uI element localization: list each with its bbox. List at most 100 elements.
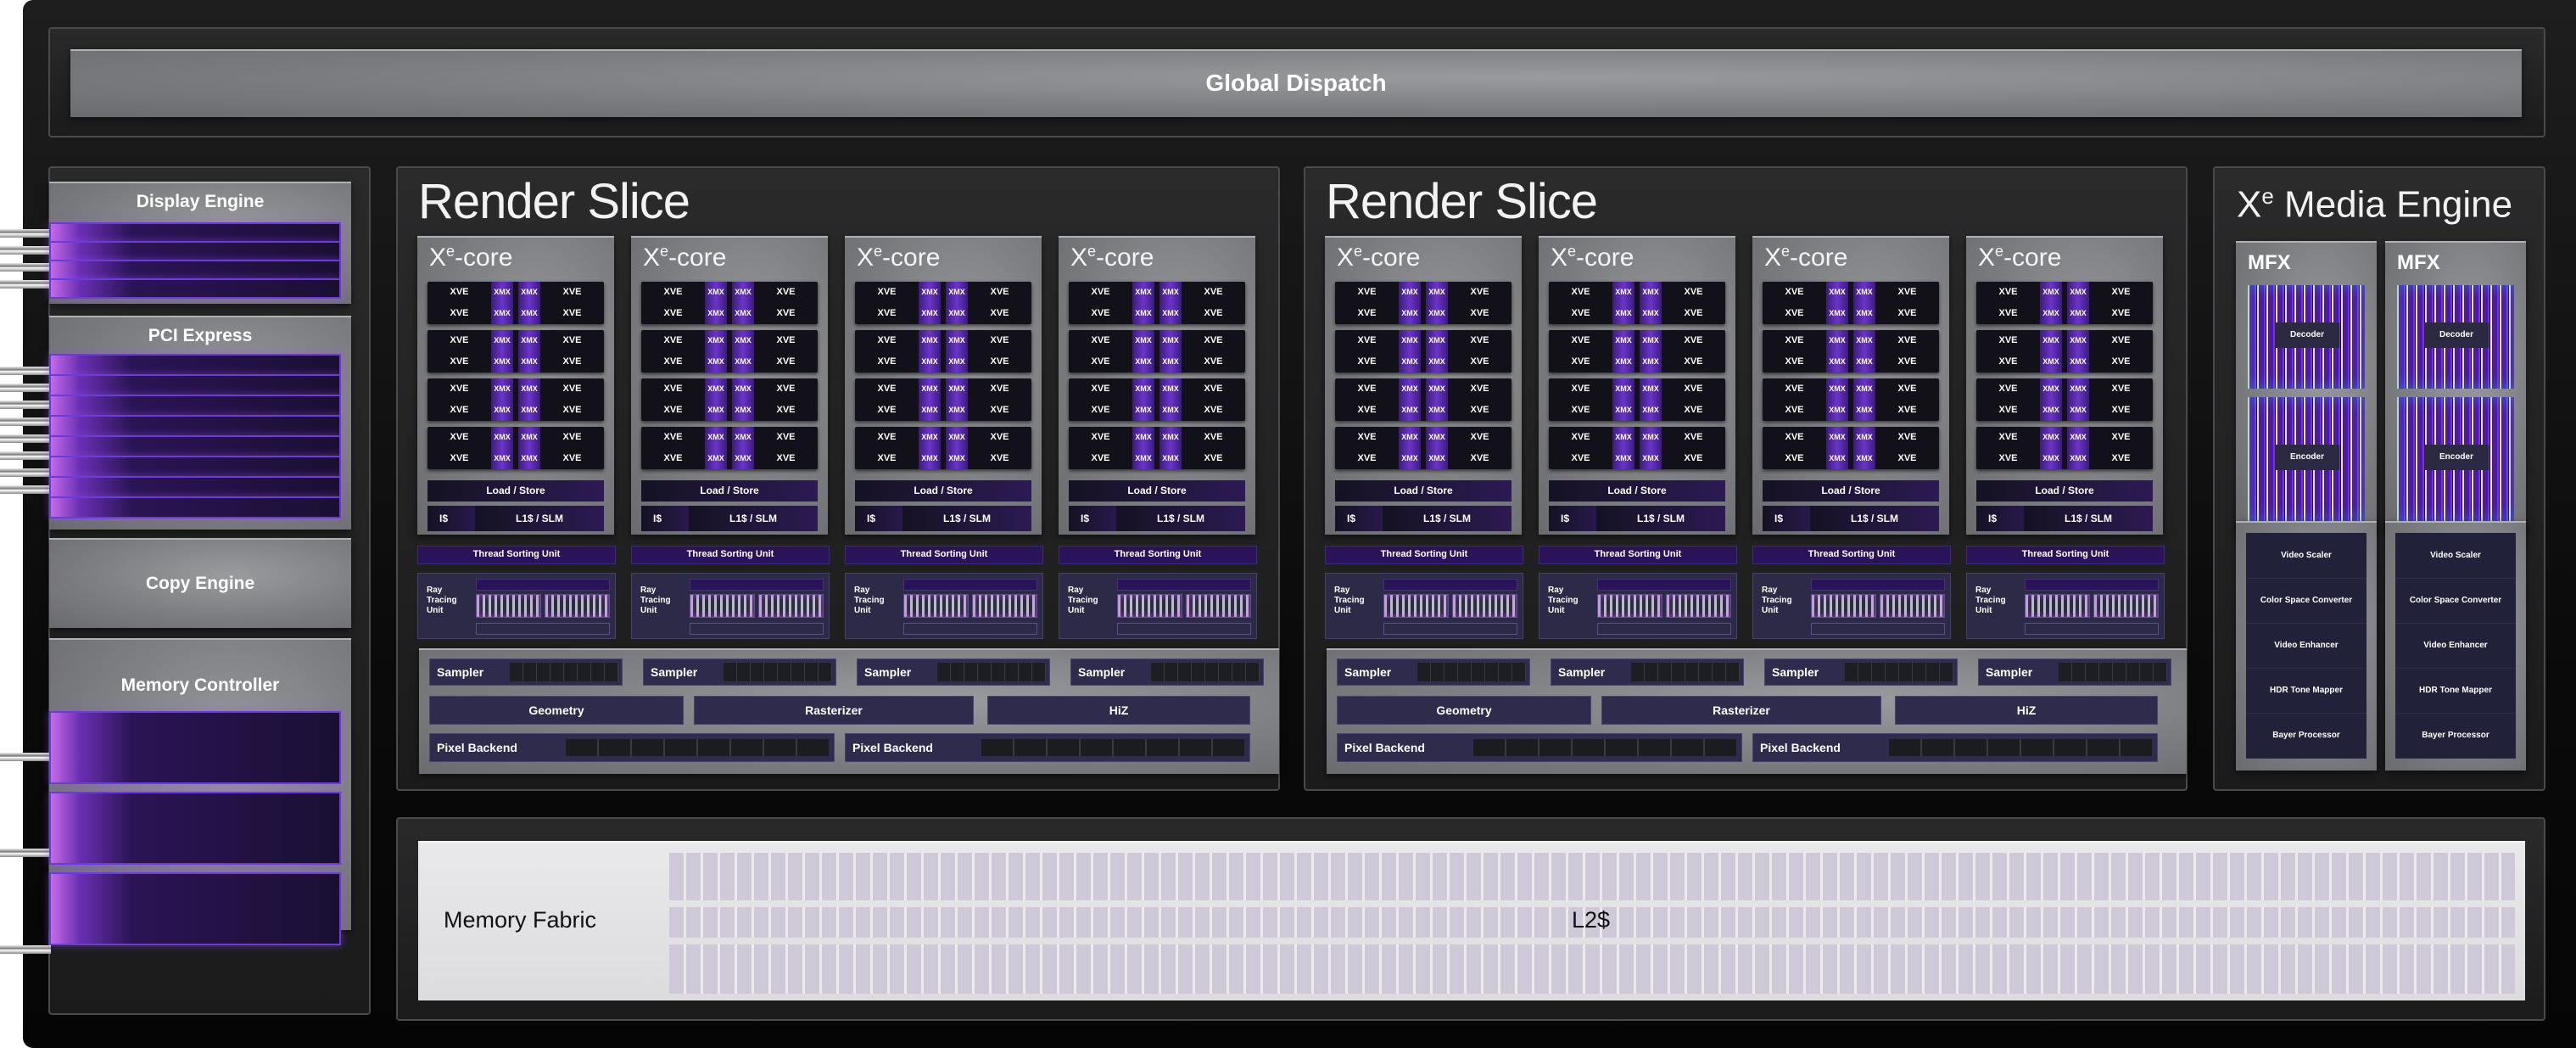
xve-xmx-group: XVE XMX XMX XVE XVE XMX XMX XVE	[855, 427, 1031, 469]
xve-unit: XVE	[1357, 432, 1377, 442]
xmx-unit: XMX	[919, 303, 941, 324]
ray-tracing-bar	[690, 623, 824, 635]
xve-unit: XVE	[2111, 405, 2131, 415]
xve-unit: XVE	[1357, 453, 1377, 463]
xmx-unit: XMX	[1159, 330, 1182, 351]
media-processor: Color Space Converter	[2246, 578, 2366, 624]
xmx-unit: XMX	[491, 448, 513, 469]
xmx-unit: XMX	[1399, 378, 1421, 400]
xve-unit: XVE	[562, 335, 582, 345]
media-processing-unit: Video Scaler Color Space Converter Video E…	[2236, 521, 2377, 771]
xve-unit: XVE	[663, 432, 683, 442]
pixel-backend-cells	[1473, 739, 1736, 756]
pcie-lane	[49, 435, 341, 457]
xve-xmx-group: XVE XMX XMX XVE XVE XMX XMX XVE	[1976, 330, 2153, 373]
pixel-backend: Pixel Backend	[1337, 733, 1742, 762]
ray-tracing-block	[690, 594, 755, 618]
fixed-hiz: HiZ	[1895, 696, 2158, 725]
instruction-cache: I$	[855, 506, 909, 531]
ray-tracing-bar	[1811, 623, 1945, 635]
xmx-unit: XMX	[1399, 448, 1421, 469]
xve-xmx-group: XVE XMX XMX XVE XVE XMX XMX XVE	[1549, 282, 1725, 324]
ray-tracing-unit: Ray Tracing Unit	[631, 573, 830, 639]
decoder-block: Decoder	[2248, 285, 2365, 389]
pcie-lane	[49, 415, 341, 437]
xmx-unit: XMX	[1159, 282, 1182, 303]
ray-tracing-block	[1880, 594, 1945, 618]
xmx-unit: XMX	[2067, 400, 2089, 421]
xmx-unit: XMX	[705, 400, 727, 421]
encoder-block: Encoder	[2248, 397, 2365, 521]
xve-unit: XVE	[990, 384, 1009, 394]
ray-tracing-unit: Ray Tracing Unit	[417, 573, 616, 639]
xmx-unit: XMX	[1853, 330, 1875, 351]
xve-unit: XVE	[1470, 432, 1489, 442]
render-slice-title: Render Slice	[1326, 174, 1598, 229]
io-pin	[0, 367, 51, 375]
thread-sorting-unit: Thread Sorting Unit	[1059, 546, 1257, 564]
pcie-lane	[49, 395, 341, 417]
memory-fabric-frame: Memory Fabric L2$	[396, 817, 2545, 1021]
pixel-backend-cells	[566, 739, 829, 756]
sampler-unit: Sampler	[857, 659, 1050, 686]
xve-unit: XVE	[1357, 384, 1377, 394]
xve-xmx-group: XVE XMX XMX XVE XVE XMX XMX XVE	[427, 282, 604, 324]
xve-unit: XVE	[450, 432, 469, 442]
xmx-unit: XMX	[732, 427, 754, 448]
xve-unit: XVE	[990, 432, 1009, 442]
xve-unit: XVE	[1785, 335, 1804, 345]
memory-controller-label: Memory Controller	[120, 675, 280, 695]
io-pin	[0, 485, 51, 494]
xmx-unit: XMX	[1612, 330, 1634, 351]
xve-xmx-group: XVE XMX XMX XVE XVE XMX XMX XVE	[1335, 378, 1512, 421]
xve-xmx-group: XVE XMX XMX XVE XVE XMX XMX XVE	[1069, 282, 1245, 324]
l1-cache-slm: L1$ / SLM	[1810, 506, 1939, 531]
ray-tracing-block	[758, 594, 824, 618]
xve-unit: XVE	[1204, 335, 1223, 345]
xve-unit: XVE	[1785, 384, 1804, 394]
xve-unit: XVE	[450, 287, 469, 297]
xmx-unit: XMX	[1853, 303, 1875, 324]
mfx-unit: MFX Decoder Encoder	[2385, 241, 2526, 531]
xve-unit: XVE	[877, 308, 897, 318]
xve-xmx-group: XVE XMX XMX XVE XVE XMX XMX XVE	[1335, 330, 1512, 373]
xve-unit: XVE	[877, 453, 897, 463]
xe-core-title-x: X	[643, 244, 661, 272]
xmx-unit: XMX	[2067, 351, 2089, 373]
display-lane	[49, 241, 341, 261]
xe-core-title: Xe-core	[857, 243, 940, 272]
xmx-unit: XMX	[946, 351, 968, 373]
media-engine-title-sup: e	[2261, 183, 2274, 209]
xmx-unit: XMX	[491, 400, 513, 421]
load-store-unit: Load / Store	[1976, 480, 2153, 502]
xve-unit: XVE	[2111, 287, 2131, 297]
xmx-unit: XMX	[1826, 400, 1848, 421]
xve-unit: XVE	[776, 356, 796, 367]
xmx-unit: XMX	[705, 282, 727, 303]
xmx-unit: XMX	[1612, 427, 1634, 448]
global-dispatch-frame: Global Dispatch	[48, 27, 2545, 137]
xve-unit: XVE	[1470, 405, 1489, 415]
xmx-unit: XMX	[1640, 330, 1662, 351]
xmx-unit: XMX	[1826, 427, 1848, 448]
xve-unit: XVE	[1897, 432, 1917, 442]
ray-tracing-bar	[1811, 579, 1945, 591]
sampler-label: Sampler	[1772, 665, 1819, 679]
media-processing-list: Video Scaler Color Space Converter Video E…	[2246, 533, 2366, 759]
xve-unit: XVE	[990, 287, 1009, 297]
memory-channel	[49, 872, 341, 945]
xmx-unit: XMX	[732, 400, 754, 421]
memory-fabric: Memory Fabric L2$	[418, 841, 2525, 1000]
xmx-unit: XMX	[2067, 448, 2089, 469]
io-pin	[0, 401, 51, 409]
fixed-geometry: Geometry	[429, 696, 684, 725]
ray-tracing-block	[1117, 594, 1182, 618]
pixel-backend: Pixel Backend	[1752, 733, 2158, 762]
xmx-unit: XMX	[732, 330, 754, 351]
ray-tracing-unit: Ray Tracing Unit	[1752, 573, 1951, 639]
xe-core-title-sup: e	[874, 243, 883, 260]
xmx-unit: XMX	[919, 400, 941, 421]
xve-unit: XVE	[1785, 432, 1804, 442]
xve-xmx-group: XVE XMX XMX XVE XVE XMX XMX XVE	[855, 282, 1031, 324]
xmx-unit: XMX	[1853, 282, 1875, 303]
